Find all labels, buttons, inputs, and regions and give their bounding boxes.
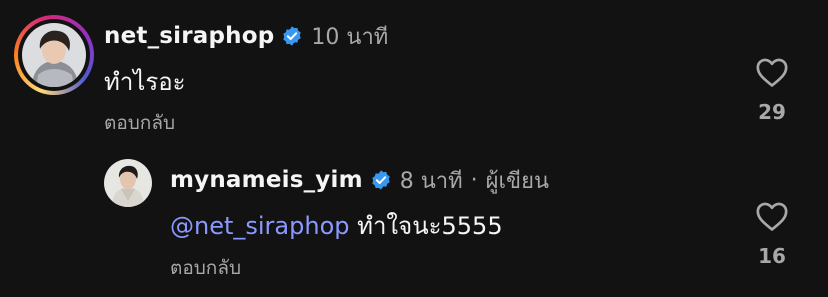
comment-item: net_siraphop 10 นาที ทำไรอะ ตอบกลับ 29 [0, 0, 828, 150]
verified-badge-icon [283, 26, 302, 46]
heart-outline-icon[interactable] [755, 200, 789, 232]
like-control: 16 [749, 200, 795, 268]
reply-text: @net_siraphop ทำใจนะ5555 [170, 206, 503, 245]
time-ago: 8 นาที [399, 168, 463, 194]
comment-text: ทำไรอะ [104, 68, 186, 96]
username[interactable]: mynameis_yim [170, 167, 363, 193]
reply-header: mynameis_yim 8 นาที · ผู้เขียน [170, 164, 549, 196]
avatar [22, 23, 86, 87]
author-tag: ผู้เขียน [485, 168, 550, 194]
reply-button[interactable]: ตอบกลับ [104, 108, 175, 138]
like-count: 29 [758, 100, 786, 124]
heart-outline-icon[interactable] [755, 56, 789, 88]
mention-link[interactable]: @net_siraphop [170, 212, 350, 240]
reply-button[interactable]: ตอบกลับ [170, 253, 241, 283]
reply-text-body: ทำใจนะ5555 [349, 212, 503, 240]
time-ago: 10 นาที [311, 24, 389, 50]
like-control: 29 [749, 56, 795, 124]
comment-header: net_siraphop 10 นาที [104, 20, 388, 52]
avatar[interactable] [104, 159, 152, 207]
username[interactable]: net_siraphop [104, 23, 274, 49]
verified-badge-icon [372, 170, 390, 190]
separator-dot: · [470, 167, 478, 193]
reply-item: mynameis_yim 8 นาที · ผู้เขียน @net_sira… [0, 150, 828, 297]
avatar-story-ring[interactable] [14, 15, 94, 95]
like-count: 16 [758, 244, 786, 268]
